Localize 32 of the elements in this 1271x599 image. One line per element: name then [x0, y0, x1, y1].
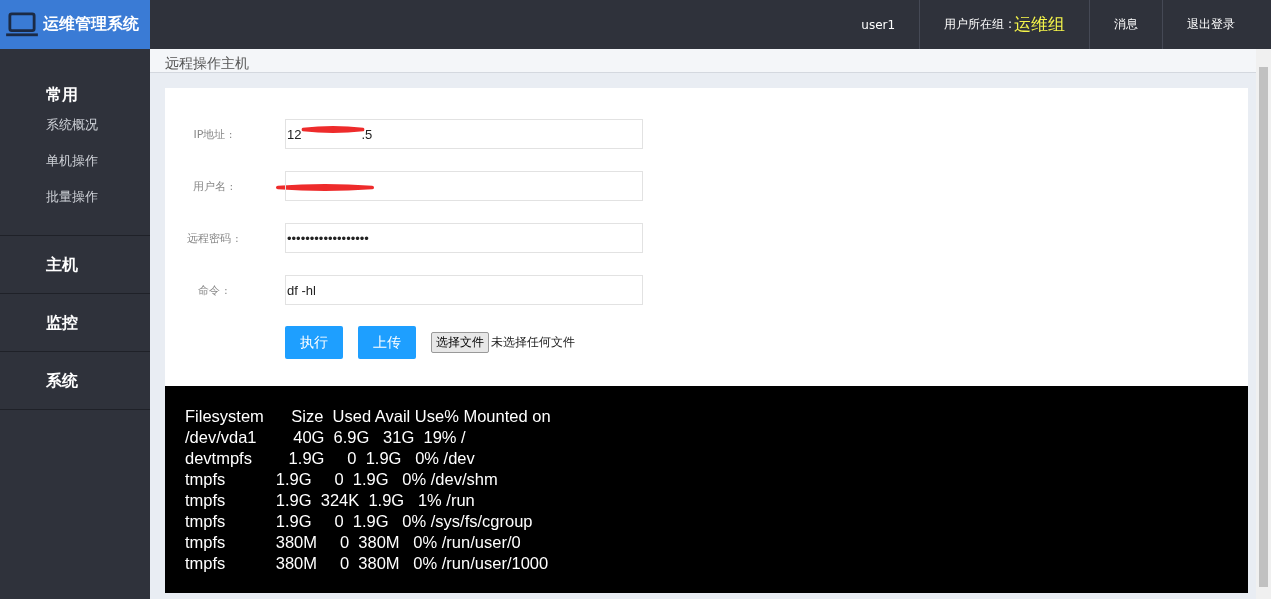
sidebar-item[interactable]: 系统概况 — [46, 115, 150, 151]
field-label: 远程密码 : — [186, 230, 240, 246]
field-label: 用户名 : — [191, 178, 235, 194]
field-label: 命令 : — [197, 282, 229, 298]
page-title: 远程操作主机 — [165, 54, 249, 72]
input-field[interactable] — [285, 171, 643, 201]
terminal-line: /dev/vda1 40G 6.9G 31G 19% / — [185, 427, 467, 448]
input-field[interactable]: •••••••••••••••••• — [285, 223, 643, 253]
choose-file-button[interactable]: 选择文件 — [431, 332, 489, 353]
group-label: 用户所在组 : — [944, 16, 1012, 33]
sidebar-item[interactable]: 单机操作 — [46, 151, 150, 187]
scrollbar[interactable] — [1256, 49, 1271, 599]
input-field[interactable]: df -hl — [285, 275, 643, 305]
terminal-line: tmpfs 1.9G 0 1.9G 0% /dev/shm — [185, 469, 499, 490]
user-name: user1 — [860, 16, 897, 34]
terminal-line: tmpfs 380M 0 380M 0% /run/user/0 — [185, 532, 522, 553]
sidebar-heading[interactable]: 系统 — [46, 352, 150, 409]
terminal-line: devtmpfs 1.9G 0 1.9G 0% /dev — [185, 448, 476, 469]
input-field[interactable]: 12 .5 — [285, 119, 643, 149]
sidebar-heading[interactable]: 监控 — [46, 294, 150, 351]
field-label: IP地址 : — [192, 126, 234, 142]
terminal-line: tmpfs 1.9G 324K 1.9G 1% /run — [185, 490, 476, 511]
group-name: 运维组 — [1014, 13, 1065, 36]
sidebar-heading[interactable]: 常用 — [46, 85, 150, 105]
file-status: 未选择任何文件 — [491, 334, 575, 351]
sidebar-item[interactable]: 批量操作 — [46, 187, 150, 223]
laptop-icon — [5, 10, 39, 39]
terminal-line: tmpfs 380M 0 380M 0% /run/user/1000 — [185, 553, 550, 574]
app-title: 运维管理系统 — [43, 14, 139, 35]
terminal-line: Filesystem Size Used Avail Use% Mounted on — [185, 406, 552, 427]
terminal-line: tmpfs 1.9G 0 1.9G 0% /sys/fs/cgroup — [185, 511, 534, 532]
sidebar-heading[interactable]: 主机 — [46, 236, 150, 293]
